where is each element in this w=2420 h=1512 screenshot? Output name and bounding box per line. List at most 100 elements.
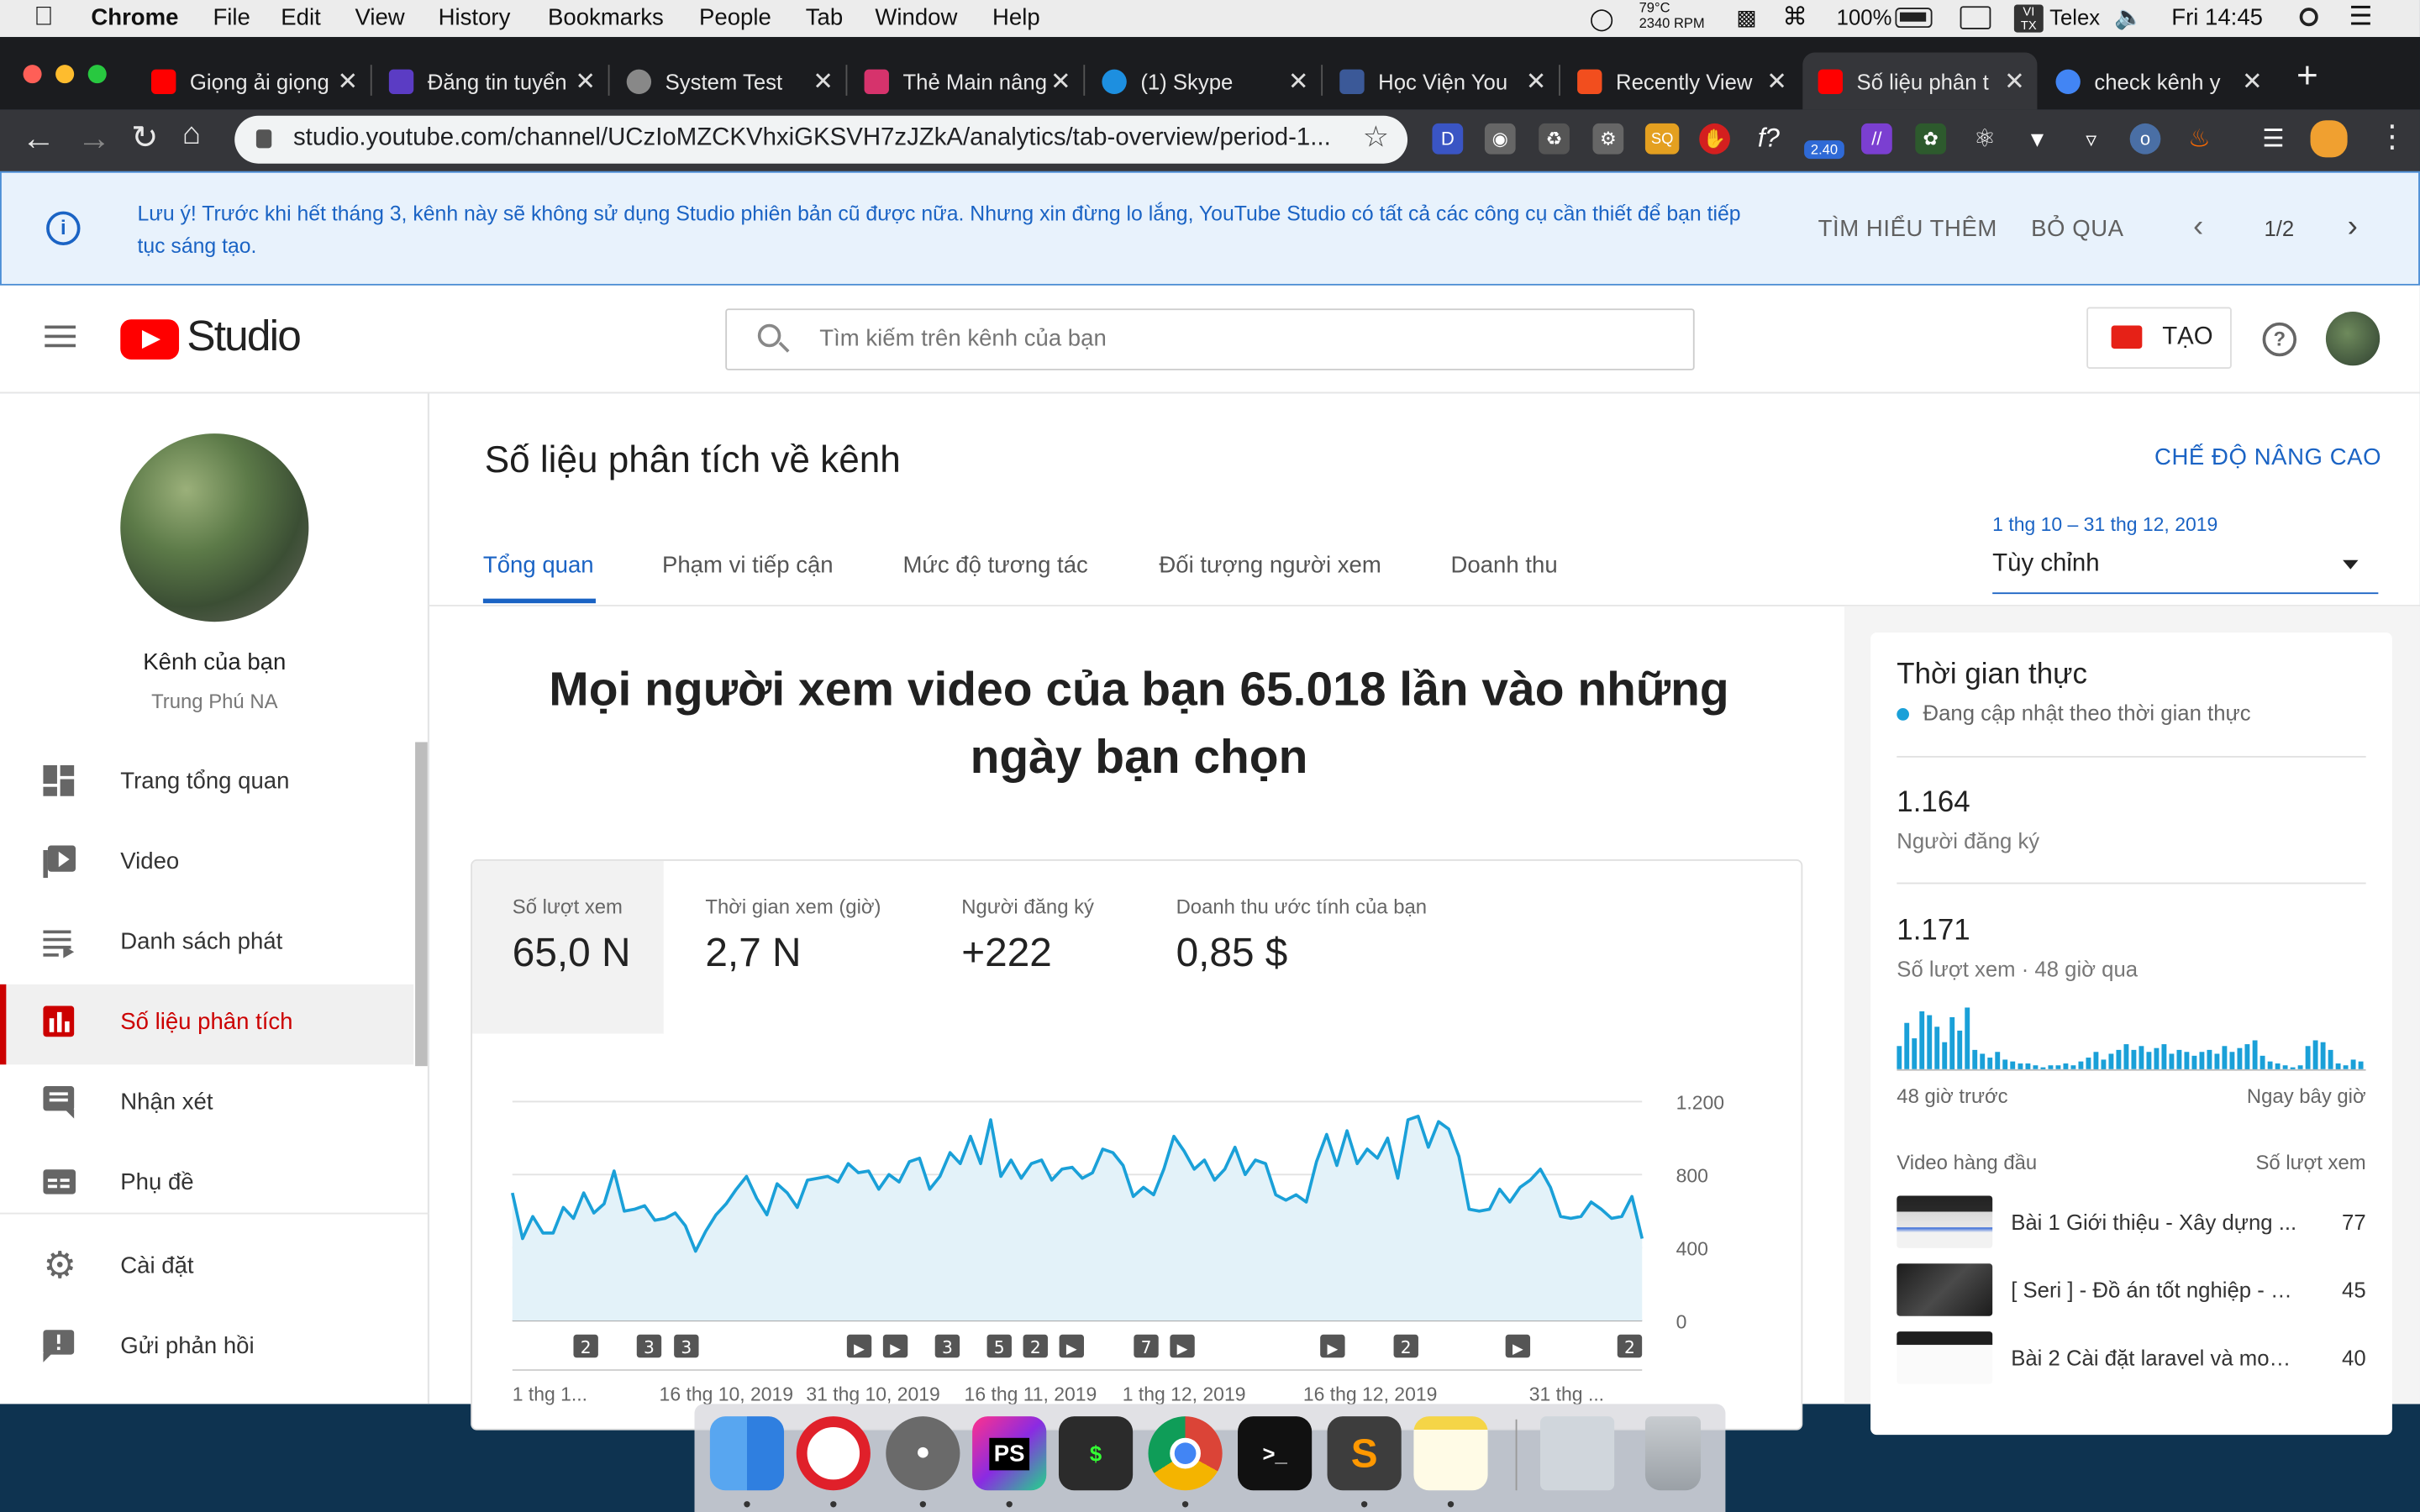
channel-avatar[interactable] — [120, 433, 309, 622]
url-text[interactable]: studio.youtube.com/channel/UCzIoMZCKVhxi… — [293, 125, 1331, 153]
menu-edit[interactable]: Edit — [281, 5, 320, 31]
menu-history[interactable]: History — [439, 5, 511, 31]
terminal-icon[interactable]: $ — [1058, 1416, 1134, 1491]
tableplus-icon[interactable]: ● — [886, 1416, 960, 1491]
tab-overview[interactable]: Tổng quan — [483, 553, 594, 579]
window-minimize-button[interactable] — [55, 65, 75, 84]
messages-icon[interactable]: ▩ — [1736, 5, 1756, 31]
browser-tab[interactable]: (1) Skype ✕ — [1086, 52, 1321, 109]
spotlight-icon[interactable] — [2299, 8, 2318, 27]
sidebar-item-analytics[interactable]: Số liệu phân tích — [0, 984, 414, 1065]
tab-close-icon[interactable]: ✕ — [2242, 66, 2263, 97]
metric-views[interactable]: Số lượt xem 65,0 N — [513, 861, 664, 1034]
preview-icon[interactable] — [1540, 1416, 1615, 1491]
home-icon[interactable]: ⌂ — [182, 118, 201, 153]
tab-audience[interactable]: Đối tượng người xem — [1159, 553, 1381, 579]
tab-close-icon[interactable]: ✕ — [1288, 66, 1309, 97]
menu-bookmarks[interactable]: Bookmarks — [548, 5, 664, 31]
extension-sq-icon[interactable]: SQ — [1644, 123, 1680, 155]
tab-reach[interactable]: Phạm vi tiếp cận — [662, 553, 834, 579]
clock[interactable]: Fri 14:45 — [2171, 5, 2263, 31]
extension-stop-icon[interactable]: ✋ — [1699, 123, 1730, 155]
browser-tab[interactable]: Đăng tin tuyển ✕ — [373, 52, 608, 109]
learn-more-button[interactable]: TÌM HIỂU THÊM — [1818, 216, 1997, 242]
extension-circle-icon[interactable]: o — [2129, 123, 2161, 155]
apple-icon[interactable]:  — [34, 2, 53, 33]
tab-close-icon[interactable]: ✕ — [813, 66, 834, 97]
reload-icon[interactable]: ↻ — [131, 118, 158, 157]
extension-recycle-icon[interactable]: ♻ — [1539, 123, 1570, 155]
youtube-logo-icon[interactable] — [120, 319, 180, 360]
media-control-icon[interactable]: ☰ — [2258, 123, 2289, 155]
sidebar-item-playlists[interactable]: Danh sách phát — [0, 904, 413, 984]
back-icon[interactable]: ← — [22, 118, 55, 159]
bookmark-star-icon[interactable]: ☆ — [1363, 120, 1389, 155]
fan-icon[interactable]: ◯ — [1590, 6, 1614, 32]
browser-tab[interactable]: Giọng ải giọng ✕ — [136, 52, 371, 109]
top-video-row[interactable]: Bài 1 Giới thiệu - Xây dựng ... 77 — [1897, 1195, 2366, 1254]
extension-vue-icon[interactable]: ▼ — [2022, 123, 2053, 155]
browser-tab[interactable]: Recently View ✕ — [1562, 52, 1800, 109]
studio-logo-text[interactable]: Studio — [187, 312, 302, 361]
views-line-chart[interactable]: 1.200 800 400 0 2 3 3 ▶ ▶ 3 5 2 ▶ 7 ▶ ▶ 2 ▶ 2 1 thg 1... 16 … — [472, 1062, 1802, 1431]
advanced-mode-button[interactable]: CHẾ ĐỘ NÂNG CAO — [2154, 444, 2381, 470]
volume-icon[interactable]: 🔈 — [2114, 3, 2143, 31]
sidebar-item-comments[interactable]: Nhận xét — [0, 1064, 413, 1145]
metric-revenue[interactable]: Doanh thu ước tính của bạn 0,85 $ — [1176, 861, 1485, 1034]
browser-tab[interactable]: check kênh y ✕ — [2040, 52, 2275, 109]
browser-tab[interactable]: Thẻ Main nâng ✕ — [849, 52, 1083, 109]
new-tab-button[interactable]: + — [2296, 58, 2318, 96]
browser-tab-active[interactable]: Số liệu phân t ✕ — [1802, 52, 2038, 110]
search-input[interactable] — [819, 325, 1654, 352]
notification-center-icon[interactable]: ☰ — [2349, 2, 2372, 33]
menu-tab[interactable]: Tab — [806, 5, 843, 31]
account-avatar[interactable] — [2325, 312, 2381, 366]
iterm-icon[interactable]: >_ — [1238, 1416, 1313, 1491]
menu-window[interactable]: Window — [875, 5, 957, 31]
tab-close-icon[interactable]: ✕ — [1050, 66, 1071, 97]
realtime-bar-chart[interactable] — [1897, 1007, 2366, 1072]
hamburger-menu-icon[interactable] — [45, 325, 76, 329]
tab-engagement[interactable]: Mức độ tương tác — [902, 553, 1087, 579]
top-video-row[interactable]: [ Seri ] - Đồ án tốt nghiệp - W... 45 — [1897, 1263, 2366, 1322]
metric-watch-time[interactable]: Thời gian xem (giờ) 2,7 N — [705, 861, 937, 1034]
extension-d-icon[interactable]: D — [1432, 123, 1464, 155]
tab-close-icon[interactable]: ✕ — [575, 66, 596, 97]
extension-v-icon[interactable]: ▿ — [2075, 123, 2107, 155]
search-box[interactable] — [725, 308, 1695, 370]
window-close-button[interactable] — [23, 65, 42, 84]
tab-close-icon[interactable]: ✕ — [2004, 66, 2025, 97]
create-button[interactable]: TẠO — [2086, 307, 2232, 369]
help-icon[interactable]: ? — [2262, 322, 2297, 357]
profile-avatar[interactable] — [2310, 120, 2348, 158]
finder-icon[interactable] — [709, 1416, 785, 1491]
opera-icon[interactable] — [796, 1416, 871, 1491]
metric-subscribers[interactable]: Người đăng ký +222 — [961, 861, 1146, 1034]
tab-close-icon[interactable]: ✕ — [337, 66, 358, 97]
sensor-readout[interactable]: 79°C 2340 RPM — [1639, 0, 1705, 31]
date-range-selector[interactable]: 1 thg 10 – 31 thg 12, 2019 Tùy chỉnh — [1992, 505, 2379, 595]
airplay-icon[interactable] — [1960, 6, 1991, 29]
vi-tx-icon[interactable]: VI TX — [2013, 4, 2044, 33]
trash-icon[interactable] — [1644, 1416, 1702, 1491]
sidebar-item-dashboard[interactable]: Trang tổng quan — [0, 743, 413, 824]
app-menu[interactable]: Chrome — [91, 5, 178, 31]
tab-close-icon[interactable]: ✕ — [1526, 66, 1547, 97]
top-video-row[interactable]: Bài 2 Cài đặt laravel và mod... 40 — [1897, 1331, 2366, 1390]
input-method[interactable]: Telex — [2049, 5, 2100, 29]
menu-people[interactable]: People — [699, 5, 771, 31]
chevron-right-icon[interactable]: › — [2348, 210, 2358, 245]
sidebar-item-video[interactable]: Video — [0, 824, 413, 905]
menu-file[interactable]: File — [213, 5, 250, 31]
browser-tab[interactable]: Học Viện You ✕ — [1324, 52, 1559, 109]
extension-function-icon[interactable]: f? — [1753, 123, 1784, 155]
sidebar-scrollbar[interactable] — [415, 742, 428, 1067]
extension-fire-icon[interactable]: ♨ — [2184, 123, 2215, 155]
phpstorm-icon[interactable]: PS — [972, 1416, 1047, 1491]
extension-badge[interactable]: 2.40 — [1804, 140, 1844, 160]
tab-close-icon[interactable]: ✕ — [1766, 66, 1787, 97]
forward-icon[interactable]: → — [77, 118, 111, 159]
browser-tab[interactable]: System Test ✕ — [611, 52, 845, 109]
sidebar-item-settings[interactable]: ⚙ Cài đặt — [0, 1228, 413, 1309]
wifi-icon[interactable]: ⌘ — [1782, 2, 1807, 33]
